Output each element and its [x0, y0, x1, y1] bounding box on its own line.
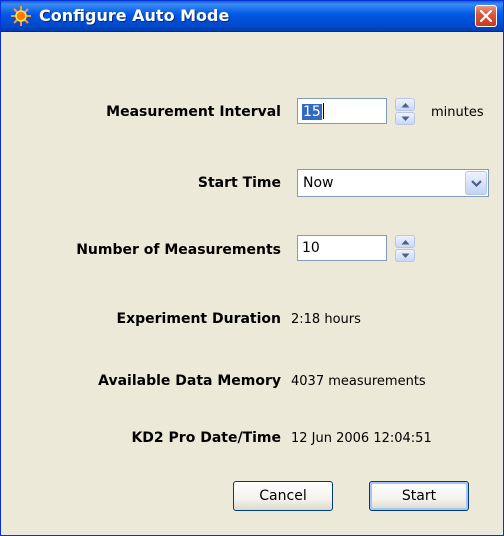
start-time-value: Now	[303, 175, 334, 191]
start-time-label: Start Time	[197, 175, 281, 191]
cancel-button[interactable]: Cancel	[233, 481, 333, 511]
measurement-interval-spinner[interactable]	[395, 98, 415, 126]
count-increment-button[interactable]	[395, 235, 415, 248]
arrow-up-icon	[401, 240, 410, 245]
device-datetime-value: 12 Jun 2006 12:04:51	[291, 431, 432, 446]
interval-decrement-button[interactable]	[395, 112, 415, 125]
start-time-dropdown[interactable]: Now	[297, 169, 489, 197]
available-memory-value: 4037 measurements	[291, 374, 426, 389]
dialog-body: Measurement Interval 15 minutes Start Ti…	[1, 32, 503, 535]
device-datetime-label: KD2 Pro Date/Time	[131, 430, 281, 446]
number-of-measurements-spinner[interactable]	[395, 235, 415, 263]
experiment-duration-label: Experiment Duration	[116, 311, 281, 327]
number-of-measurements-label: Number of Measurements	[76, 242, 281, 258]
number-of-measurements-input[interactable]: 10	[297, 235, 387, 261]
arrow-down-icon	[401, 253, 410, 258]
measurement-interval-label: Measurement Interval	[106, 104, 281, 120]
measurement-interval-value: 15	[302, 104, 322, 120]
close-button[interactable]	[475, 5, 497, 27]
number-of-measurements-value: 10	[302, 240, 320, 256]
title-bar[interactable]: Configure Auto Mode	[1, 1, 503, 32]
start-time-dropdown-button[interactable]	[465, 171, 487, 195]
start-button[interactable]: Start	[369, 481, 469, 511]
interval-unit: minutes	[431, 105, 484, 120]
close-icon	[480, 10, 492, 22]
available-memory-label: Available Data Memory	[98, 373, 281, 389]
count-decrement-button[interactable]	[395, 249, 415, 262]
measurement-interval-input[interactable]: 15	[297, 98, 387, 124]
window-title: Configure Auto Mode	[39, 6, 230, 25]
configure-auto-mode-dialog: Configure Auto Mode Measurement Interval…	[0, 0, 504, 536]
interval-increment-button[interactable]	[395, 98, 415, 111]
sun-burst-icon	[11, 6, 31, 26]
chevron-down-icon	[471, 180, 482, 187]
experiment-duration-value: 2:18 hours	[291, 312, 361, 327]
arrow-up-icon	[401, 103, 410, 108]
arrow-down-icon	[401, 116, 410, 121]
